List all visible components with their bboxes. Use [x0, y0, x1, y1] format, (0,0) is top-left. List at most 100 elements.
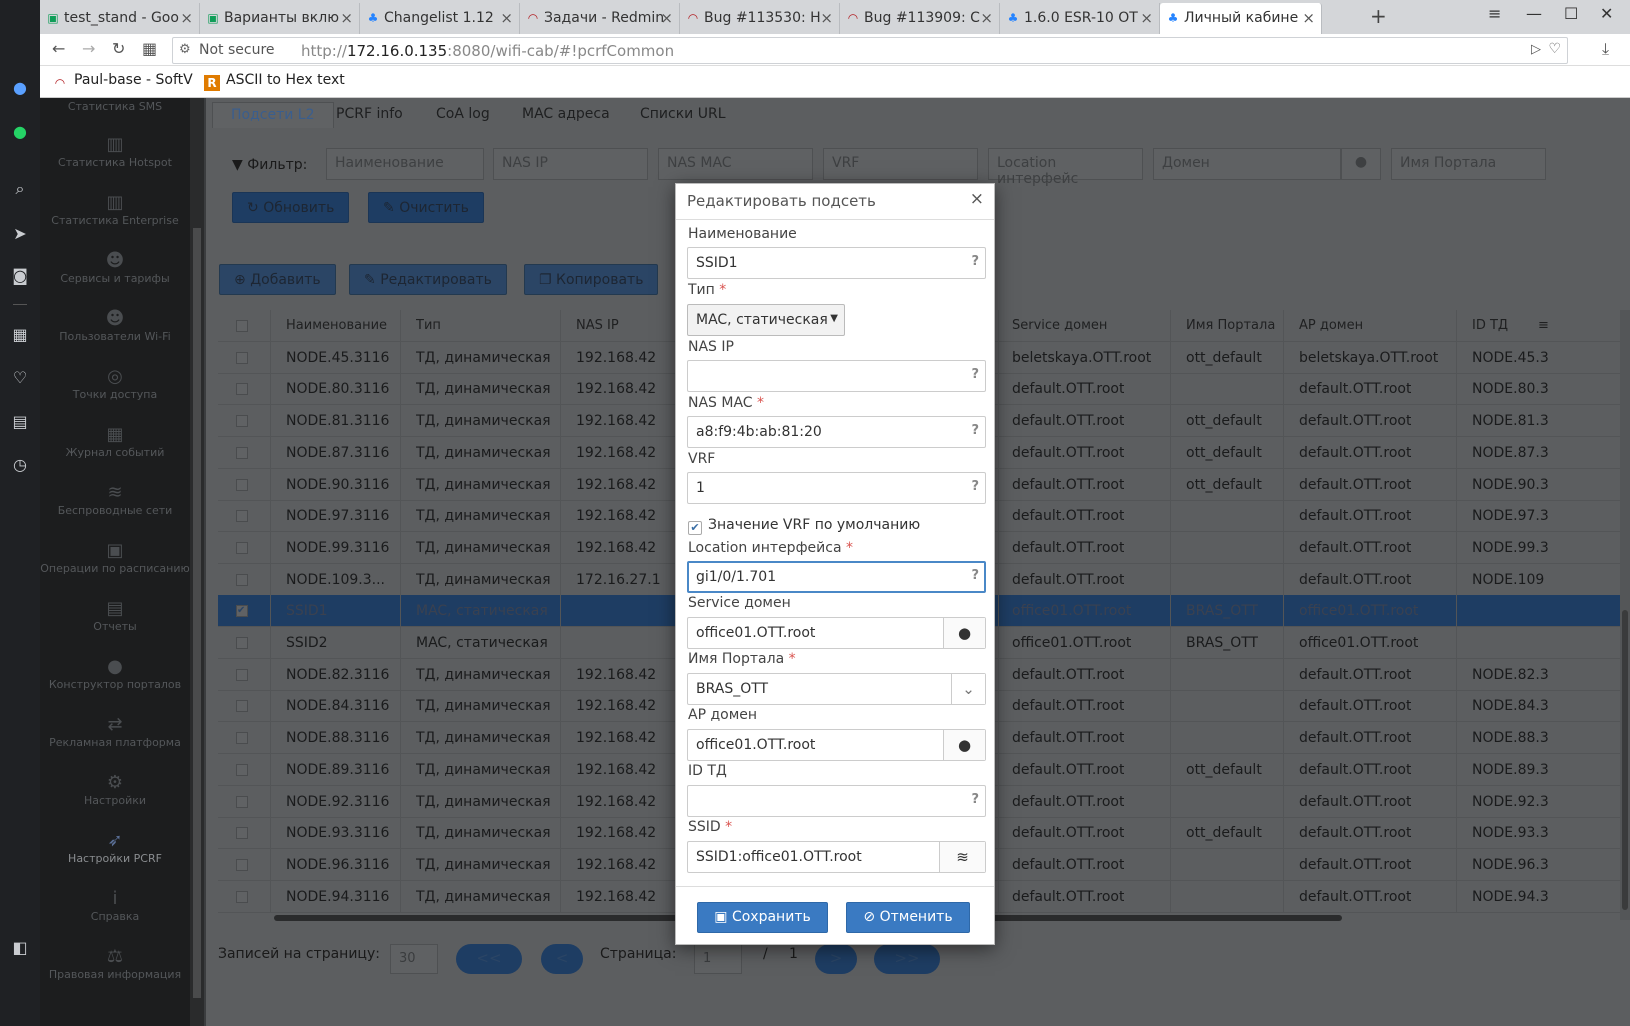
tab-pcrf-info[interactable]: PCRF info	[318, 102, 421, 128]
history-icon[interactable]: ◷	[9, 453, 31, 475]
nas-ip-input[interactable]: ?	[687, 360, 986, 392]
service-domain-input[interactable]: office01.OTT.root ●	[687, 617, 986, 649]
bookmark-heart-icon[interactable]: ♡	[1548, 41, 1561, 57]
browser-tab[interactable]: ♣ 1.6.0 ESR-10 OT ×	[1000, 3, 1160, 34]
back-icon[interactable]: ←	[52, 39, 65, 58]
column-header[interactable]: Тип	[416, 318, 441, 333]
close-icon[interactable]: ×	[1140, 3, 1153, 33]
help-icon[interactable]: ?	[971, 254, 979, 269]
close-icon[interactable]: ×	[970, 189, 984, 209]
row-checkbox[interactable]	[236, 446, 248, 459]
last-page-button[interactable]: >>	[874, 944, 940, 974]
column-menu-icon[interactable]: ≡	[1538, 318, 1549, 333]
sidebar-scrollbar[interactable]	[190, 98, 204, 1026]
row-checkbox[interactable]	[236, 732, 248, 745]
refresh-button[interactable]: ↻ Обновить	[232, 192, 350, 223]
speed-dial-icon[interactable]: ▦	[9, 323, 31, 345]
portal-select[interactable]: BRAS_OTT ⌄	[687, 673, 986, 705]
filter-name-input[interactable]: Наименование	[326, 148, 484, 180]
heart-icon[interactable]: ♡	[9, 366, 31, 388]
help-icon[interactable]: ?	[971, 367, 979, 382]
row-checkbox[interactable]	[236, 383, 248, 396]
id-td-input[interactable]: ?	[687, 785, 986, 817]
row-checkbox[interactable]	[236, 351, 248, 364]
sidebar-item-wifi-users[interactable]: ☻ Пользователи Wi-Fi	[40, 308, 190, 343]
help-icon[interactable]: ?	[971, 568, 979, 583]
column-header[interactable]: ID ТД	[1472, 318, 1508, 333]
browser-tab[interactable]: ◠ Bug #113909: С ×	[840, 3, 1000, 34]
vrf-default-checkbox[interactable]: ✔	[688, 521, 702, 535]
minimize-icon[interactable]: —	[1526, 4, 1542, 23]
messenger-icon[interactable]: ●	[9, 76, 31, 98]
sidebar-item-event-log[interactable]: ▦ Журнал событий	[40, 424, 190, 459]
speed-dial-icon[interactable]: ▦	[142, 39, 157, 58]
row-checkbox[interactable]	[236, 415, 248, 428]
add-button[interactable]: ⊕ Добавить	[219, 264, 336, 295]
new-tab-icon[interactable]: +	[1370, 4, 1387, 28]
row-checkbox[interactable]	[236, 827, 248, 840]
column-header[interactable]: NAS IP	[576, 318, 619, 333]
row-checkbox[interactable]	[236, 668, 248, 681]
news-icon[interactable]: ▤	[9, 410, 31, 432]
filter-portal-input[interactable]: Имя Портала	[1391, 148, 1546, 180]
row-checkbox[interactable]	[236, 700, 248, 713]
row-checkbox[interactable]	[236, 637, 248, 649]
tab-coa-log[interactable]: CoA log	[418, 102, 508, 128]
row-checkbox[interactable]: ✔	[236, 605, 248, 618]
next-page-button[interactable]: >	[815, 944, 857, 974]
snap-icon[interactable]: ▷	[1531, 42, 1541, 57]
table-vertical-scrollbar[interactable]	[1620, 310, 1630, 920]
chevron-down-icon[interactable]: ⌄	[951, 674, 985, 704]
globe-icon[interactable]: ●	[1341, 148, 1381, 180]
site-info-icon[interactable]: ⚙	[179, 42, 191, 57]
scrollbar-thumb[interactable]	[193, 228, 201, 998]
browser-tab-active[interactable]: ♣ Личный кабине ×	[1160, 3, 1322, 34]
tab-mac-addresses[interactable]: MAC адреса	[504, 102, 628, 128]
download-icon[interactable]: ⤓	[1602, 39, 1609, 59]
filter-nas-mac-input[interactable]: NAS MAC	[658, 148, 813, 180]
ssid-input[interactable]: SSID1:office01.OTT.root ≋	[687, 841, 986, 873]
whatsapp-icon[interactable]: ●	[9, 120, 31, 142]
send-icon[interactable]: ➤	[9, 222, 31, 244]
column-header[interactable]: AP домен	[1299, 318, 1363, 333]
close-icon[interactable]: ×	[1302, 3, 1315, 33]
bookmark-item[interactable]: ◠ Paul-base - SoftV	[52, 72, 193, 91]
search-icon[interactable]: ⌕	[9, 178, 31, 200]
vrf-input[interactable]: 1 ?	[687, 472, 986, 504]
scrollbar-thumb[interactable]	[1622, 610, 1628, 910]
row-checkbox[interactable]	[236, 573, 248, 586]
wifi-icon[interactable]: ≋	[939, 842, 985, 872]
nas-mac-input[interactable]: a8:f9:4b:ab:81:20 ?	[687, 416, 986, 448]
filter-nas-ip-input[interactable]: NAS IP	[493, 148, 648, 180]
edit-button[interactable]: ✎ Редактировать	[349, 264, 507, 295]
location-input[interactable]: gi1/0/1.701 ?	[687, 561, 986, 593]
camera-icon[interactable]: ◙	[9, 264, 31, 286]
globe-icon[interactable]: ●	[943, 730, 985, 760]
browser-tab[interactable]: ◠ Bug #113530: Н ×	[680, 3, 840, 34]
column-header[interactable]: Service домен	[1012, 318, 1107, 333]
sidebar-item-enterprise-stats[interactable]: ▥ Статистика Enterprise	[40, 192, 190, 227]
sidebar-item-sms-stats[interactable]: Статистика SMS	[40, 100, 190, 113]
ap-domain-input[interactable]: office01.OTT.root ●	[687, 729, 986, 761]
sidebar-item-access-points[interactable]: ◎ Точки доступа	[40, 366, 190, 401]
filter-location-input[interactable]: Location интерфейс	[988, 148, 1143, 187]
url-field[interactable]: ⚙ Not secure http://172.16.0.135:8080/wi…	[172, 37, 1568, 64]
cancel-button[interactable]: ⊘ Отменить	[846, 902, 970, 933]
sidebar-item-hotspot-stats[interactable]: ▥ Статистика Hotspot	[40, 134, 190, 169]
row-checkbox[interactable]	[236, 763, 248, 776]
save-button[interactable]: ▣ Сохранить	[697, 902, 828, 933]
help-icon[interactable]: ?	[971, 792, 979, 807]
row-checkbox[interactable]	[236, 858, 248, 871]
sidebar-item-portal-builder[interactable]: ● Конструктор порталов	[40, 656, 190, 691]
bookmark-item[interactable]: R ASCII to Hex text	[204, 72, 345, 91]
column-header[interactable]: Имя Портала	[1186, 318, 1275, 333]
clear-button[interactable]: ✎ Очистить	[368, 192, 484, 223]
sidebar-item-wireless[interactable]: ≋ Беспроводные сети	[40, 482, 190, 517]
browser-tab[interactable]: ▣ Варианты вклю ×	[200, 3, 360, 34]
row-checkbox[interactable]	[236, 510, 248, 523]
browser-tab[interactable]: ▣ test_stand - Goo ×	[40, 3, 200, 34]
browser-tab[interactable]: ♣ Changelist 1.12 ×	[360, 3, 520, 34]
sidebar-item-help[interactable]: i Справка	[40, 888, 190, 923]
close-icon[interactable]: ×	[180, 3, 193, 33]
prev-page-button[interactable]: <	[541, 944, 583, 974]
